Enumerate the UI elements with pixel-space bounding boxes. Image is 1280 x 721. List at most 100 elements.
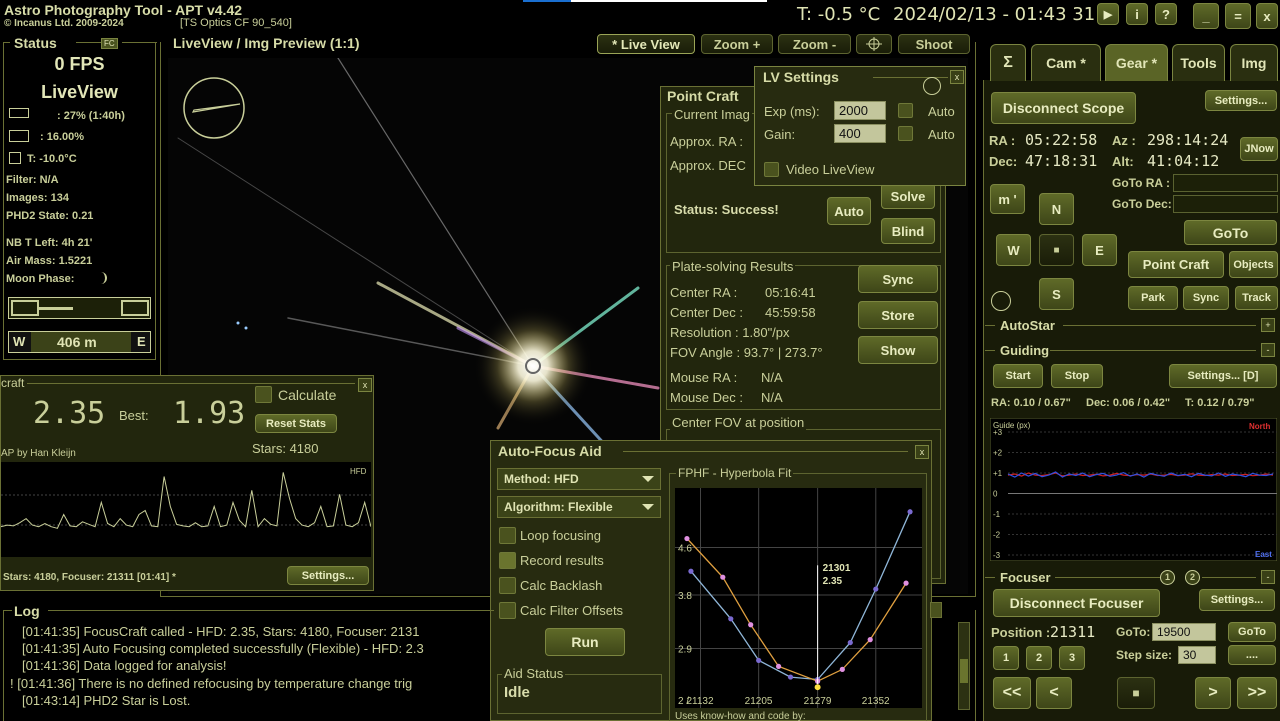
calculate-checkbox[interactable]: [255, 386, 272, 403]
south-button[interactable]: S: [1039, 278, 1074, 310]
method-select[interactable]: Method: HFD: [497, 468, 661, 490]
focuser-more-button[interactable]: ....: [1228, 645, 1276, 665]
moon-phase-icon: [95, 272, 107, 284]
lv-settings-close-button[interactable]: x: [950, 70, 964, 84]
m-button[interactable]: m ': [990, 184, 1025, 214]
loop-focusing-checkbox[interactable]: [499, 527, 516, 544]
maximize-button[interactable]: =: [1225, 3, 1251, 29]
focuser-preset-2-button[interactable]: 2: [1026, 646, 1052, 670]
minimize-button[interactable]: _: [1193, 3, 1219, 29]
help-button[interactable]: ?: [1155, 3, 1177, 25]
focuser-preset-3-button[interactable]: 3: [1059, 646, 1085, 670]
guiding-total-stats: T: 0.12 / 0.79": [1185, 397, 1255, 409]
zoom-out-button[interactable]: Zoom -: [778, 34, 851, 54]
north-button[interactable]: N: [1039, 193, 1074, 225]
log-scrollbar[interactable]: [958, 622, 970, 710]
copyright: © Incanus Ltd. 2009-2024: [4, 18, 124, 29]
park-button[interactable]: Park: [1128, 286, 1178, 310]
compass-e: E: [137, 334, 146, 349]
power-icon: [9, 130, 29, 142]
video-liveview-checkbox[interactable]: [764, 162, 779, 177]
y-tick-label: +2: [993, 449, 1003, 458]
show-button[interactable]: Show: [858, 336, 938, 364]
sync-scope-button[interactable]: Sync: [1183, 286, 1229, 310]
tab-tools[interactable]: Tools: [1172, 44, 1225, 81]
zoom-in-button[interactable]: Zoom +: [701, 34, 773, 54]
focus-craft-close-button[interactable]: x: [358, 378, 372, 392]
dec-value: 47:18:31: [1025, 152, 1098, 170]
goto-dec-input[interactable]: [1173, 195, 1278, 213]
close-button[interactable]: x: [1256, 3, 1278, 29]
algorithm-select[interactable]: Algorithm: Flexible: [497, 496, 661, 518]
disconnect-scope-button[interactable]: Disconnect Scope: [991, 92, 1136, 124]
fit-point: [873, 586, 879, 592]
focuser-goto-input[interactable]: 19500: [1152, 623, 1216, 641]
scope-settings-button[interactable]: Settings...: [1205, 90, 1277, 111]
autofocus-close-button[interactable]: x: [915, 445, 929, 459]
fov-angle-readout: FOV Angle : 93.7° | 273.7°: [670, 345, 823, 360]
autostar-expand-button[interactable]: +: [1261, 318, 1275, 332]
y-tick-label: +1: [993, 469, 1003, 478]
live-view-button[interactable]: * Live View: [597, 34, 695, 54]
crosshair-button[interactable]: [856, 34, 892, 54]
guiding-start-button[interactable]: Start: [993, 364, 1043, 388]
exp-auto-checkbox[interactable]: [898, 103, 913, 118]
hfd-tag: HFD: [350, 467, 367, 476]
log-line: [01:43:14] PHD2 Star is Lost.: [22, 692, 191, 708]
track-button[interactable]: Track: [1235, 286, 1278, 310]
west-button[interactable]: W: [996, 234, 1031, 266]
focuser-preset-1-button[interactable]: 1: [993, 646, 1019, 670]
play-button[interactable]: ▶: [1097, 3, 1119, 25]
disconnect-focuser-button[interactable]: Disconnect Focuser: [993, 589, 1160, 617]
store-button[interactable]: Store: [858, 301, 938, 329]
guiding-settings-button[interactable]: Settings... [D]: [1169, 364, 1277, 388]
gain-auto-label: Auto: [928, 127, 955, 142]
focuser-stop-button[interactable]: ■: [1117, 677, 1155, 709]
goto-ra-input[interactable]: [1173, 174, 1278, 192]
gain-input[interactable]: 400: [834, 124, 886, 143]
guiding-collapse-button[interactable]: -: [1261, 343, 1275, 357]
tab-cam[interactable]: Cam *: [1031, 44, 1101, 81]
focus-craft-settings-button[interactable]: Settings...: [287, 566, 369, 585]
east-button[interactable]: E: [1082, 234, 1117, 266]
goto-button[interactable]: GoTo: [1184, 220, 1277, 245]
focuser-in-button[interactable]: <: [1036, 677, 1072, 709]
shoot-button[interactable]: Shoot: [898, 34, 970, 54]
tab-img[interactable]: Img: [1230, 44, 1278, 81]
log-side-handle[interactable]: [930, 602, 942, 618]
exp-input[interactable]: 2000: [834, 101, 886, 120]
gain-label: Gain:: [764, 127, 796, 142]
center-ra-label: Center RA :: [670, 285, 738, 300]
tab-gear[interactable]: Gear *: [1105, 44, 1168, 81]
blind-button[interactable]: Blind: [881, 218, 935, 244]
log-line: [01:41:35] FocusCraft called - HFD: 2.35…: [22, 624, 420, 639]
focuser-fast-out-button[interactable]: >>: [1237, 677, 1277, 709]
jnow-button[interactable]: JNow: [1240, 137, 1278, 161]
objects-button[interactable]: Objects: [1229, 251, 1278, 278]
point-craft-button[interactable]: Point Craft: [1128, 251, 1224, 278]
solve-button[interactable]: Solve: [881, 183, 935, 209]
focuser-collapse-button[interactable]: -: [1261, 570, 1275, 584]
calc-backlash-checkbox[interactable]: [499, 577, 516, 594]
goto-ra-label: GoTo RA :: [1112, 176, 1170, 190]
record-results-checkbox[interactable]: [499, 552, 516, 569]
step-size-input[interactable]: 30: [1178, 646, 1216, 664]
focuser-badge-2[interactable]: 2: [1185, 570, 1200, 585]
fit-point: [684, 535, 690, 542]
sync-button[interactable]: Sync: [858, 265, 938, 293]
guiding-stop-button[interactable]: Stop: [1051, 364, 1103, 388]
auto-solve-button[interactable]: Auto: [827, 197, 871, 225]
focuser-goto-button[interactable]: GoTo: [1228, 622, 1276, 642]
reset-stats-button[interactable]: Reset Stats: [255, 414, 337, 433]
power-readout: : 16.00%: [40, 131, 85, 143]
slew-status-icon: [991, 291, 1011, 311]
focuser-badge-1[interactable]: 1: [1160, 570, 1175, 585]
stop-slew-button[interactable]: ■: [1039, 234, 1074, 266]
focuser-settings-button[interactable]: Settings...: [1199, 589, 1275, 611]
tab-summary[interactable]: Σ: [990, 44, 1026, 81]
gain-auto-checkbox[interactable]: [898, 126, 913, 141]
focuser-out-button[interactable]: >: [1195, 677, 1231, 709]
exp-auto-label: Auto: [928, 104, 955, 119]
focuser-fast-in-button[interactable]: <<: [993, 677, 1031, 709]
info-button[interactable]: i: [1126, 3, 1148, 25]
